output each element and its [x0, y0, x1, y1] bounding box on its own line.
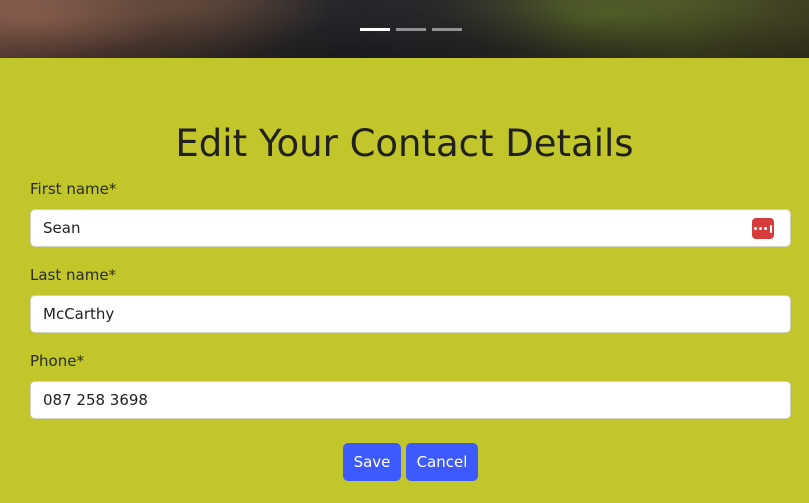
hero-carousel	[0, 0, 809, 58]
carousel-indicator-2[interactable]	[396, 28, 426, 31]
last-name-label: Last name*	[30, 266, 117, 284]
carousel-indicator-3[interactable]	[432, 28, 462, 31]
carousel-indicators	[360, 28, 462, 31]
phone-input[interactable]	[30, 381, 791, 419]
phone-label: Phone*	[30, 352, 84, 370]
first-name-label: First name*	[30, 180, 117, 198]
password-manager-icon[interactable]	[752, 218, 774, 239]
last-name-input[interactable]	[30, 295, 791, 333]
cancel-button[interactable]: Cancel	[406, 443, 478, 481]
first-name-input[interactable]	[30, 209, 791, 247]
page-title: Edit Your Contact Details	[175, 122, 634, 165]
save-button[interactable]: Save	[343, 443, 401, 481]
carousel-indicator-1[interactable]	[360, 28, 390, 31]
